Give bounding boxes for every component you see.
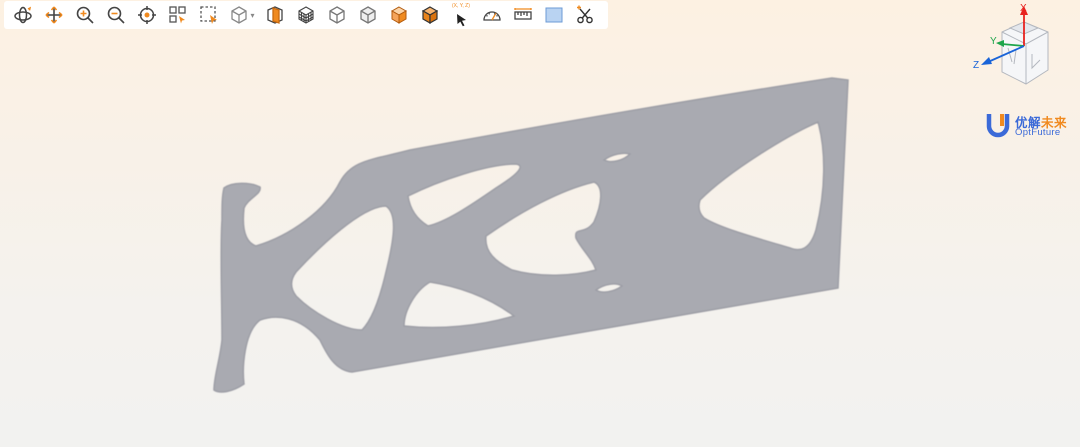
axis-y-label: Y xyxy=(990,36,997,47)
orientation-triad[interactable]: X Y Z xyxy=(968,0,1056,92)
axis-z-label: Z xyxy=(973,60,979,71)
logo-english-name: OptFuture xyxy=(1015,127,1061,138)
logo-u-icon xyxy=(986,114,1010,138)
axis-x-label: X xyxy=(1020,3,1027,14)
optfuture-logo: 优解未来 OptFuture xyxy=(986,110,1076,140)
model-viewport[interactable] xyxy=(0,0,1080,447)
optimized-part-model xyxy=(213,77,849,393)
